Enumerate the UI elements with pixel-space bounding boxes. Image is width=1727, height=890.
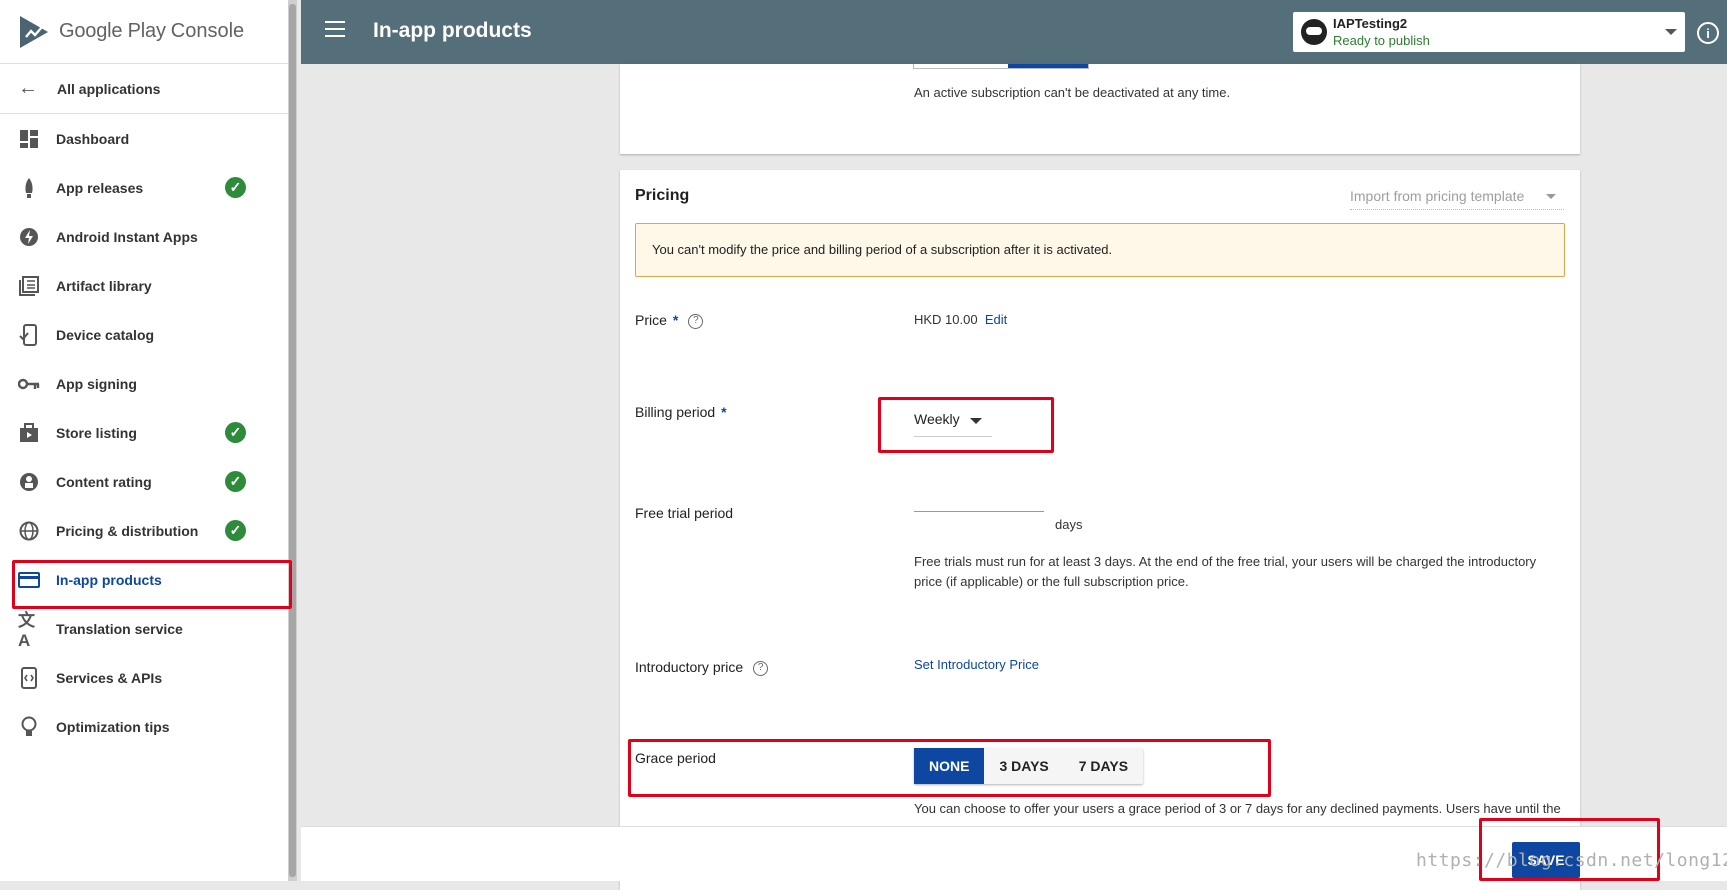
sidebar-item-store-listing[interactable]: Store listing ✓	[0, 408, 296, 457]
sidebar-item-instant-apps[interactable]: Android Instant Apps	[0, 212, 296, 261]
price-value-row: HKD 10.00 Edit	[914, 312, 1007, 327]
grace-help-text: You can choose to offer your users a gra…	[914, 801, 1561, 816]
sidebar-item-label: Dashboard	[56, 130, 130, 147]
sidebar-item-dashboard[interactable]: Dashboard	[0, 114, 296, 163]
sidebar-item-label: Content rating	[56, 473, 152, 490]
sidebar-item-artifact-library[interactable]: Artifact library	[0, 261, 296, 310]
globe-icon	[18, 520, 40, 542]
sidebar-item-label: Device catalog	[56, 326, 155, 343]
app-selector[interactable]: IAPTesting2 Ready to publish	[1293, 12, 1685, 52]
highlight-box-grace-period	[628, 739, 1271, 797]
required-mark: *	[721, 404, 727, 420]
check-circle-icon: ✓	[225, 471, 246, 492]
check-circle-icon: ✓	[225, 520, 246, 541]
menu-icon[interactable]	[325, 21, 345, 37]
sidebar-item-label: App signing	[56, 375, 137, 392]
logo[interactable]: Google Play Console	[0, 0, 296, 64]
check-circle-icon: ✓	[225, 422, 246, 443]
sidebar-item-translation[interactable]: 文A Translation service	[0, 604, 296, 653]
set-introductory-price-link[interactable]: Set Introductory Price	[914, 657, 1039, 672]
sidebar-item-optimization-tips[interactable]: Optimization tips	[0, 702, 296, 751]
price-value: HKD 10.00	[914, 312, 978, 327]
sidebar-item-content-rating[interactable]: Content rating ✓	[0, 457, 296, 506]
play-console-logo-icon	[20, 15, 48, 48]
sidebar-item-label: Artifact library	[56, 277, 152, 294]
page-title: In-app products	[373, 19, 532, 42]
top-app-bar: In-app products IAPTesting2 Ready to pub…	[301, 0, 1727, 64]
sidebar-item-app-releases[interactable]: App releases ✓	[0, 163, 296, 212]
rocket-icon	[18, 177, 40, 199]
status-toggle[interactable]	[913, 64, 1089, 69]
help-icon[interactable]: ?	[753, 660, 769, 676]
deactivate-note: An active subscription can't be deactiva…	[914, 85, 1231, 100]
scrollbar-thumb[interactable]	[289, 4, 296, 877]
sidebar-item-services-apis[interactable]: Services & APIs	[0, 653, 296, 702]
info-icon[interactable]: i	[1697, 22, 1719, 44]
arrow-back-icon: ←	[18, 77, 38, 99]
introductory-price-label: Introductory price	[635, 659, 744, 675]
sidebar-item-label: App releases	[56, 179, 144, 196]
bolt-icon	[18, 226, 40, 248]
help-icon[interactable]: ?	[688, 313, 704, 329]
brand-suffix: Console	[170, 20, 245, 42]
app-avatar-icon	[1301, 19, 1327, 45]
price-label: Price	[635, 312, 667, 328]
rating-icon	[18, 471, 40, 493]
sidebar-item-label: Android Instant Apps	[56, 228, 198, 245]
brand-name: Google Play	[59, 20, 166, 42]
sidebar-item-label: Pricing & distribution	[56, 522, 199, 539]
import-pricing-template-dropdown[interactable]: Import from pricing template	[1350, 188, 1564, 210]
app-status: Ready to publish	[1333, 33, 1430, 48]
trial-help-line1: Free trials must run for at least 3 days…	[914, 554, 1537, 569]
watermark: https://blog.csdn.net/long1216	[1416, 850, 1727, 871]
sidebar-item-app-signing[interactable]: App signing	[0, 359, 296, 408]
sidebar-item-pricing-distribution[interactable]: Pricing & distribution ✓	[0, 506, 296, 555]
trial-help-text: Free trials must run for at least 3 days…	[914, 552, 1536, 592]
all-applications-link[interactable]: ← All applications	[0, 64, 296, 114]
app-name: IAPTesting2	[1333, 16, 1408, 31]
free-trial-days-input[interactable]	[914, 472, 1044, 512]
highlight-box-billing-period	[878, 397, 1054, 453]
device-icon	[18, 323, 40, 346]
chevron-down-icon	[1546, 194, 1556, 199]
sidebar: Google Play Console ← All applications D…	[0, 0, 297, 881]
translate-icon: 文A	[18, 611, 35, 650]
sidebar-nav: Dashboard App releases ✓ Android Instant …	[0, 114, 296, 751]
sidebar-item-label: Translation service	[56, 620, 183, 637]
pricing-title: Pricing	[635, 187, 690, 204]
bulb-icon	[18, 716, 40, 738]
warning-banner: You can't modify the price and billing p…	[635, 223, 1565, 277]
sidebar-item-label: Store listing	[56, 424, 137, 441]
price-label-row: Price *?	[635, 312, 704, 329]
store-icon	[18, 422, 40, 444]
billing-period-label: Billing period	[635, 404, 716, 420]
price-edit-link[interactable]: Edit	[985, 312, 1007, 327]
import-template-label: Import from pricing template	[1350, 188, 1525, 204]
trial-help-line2: price (if applicable) or the full subscr…	[914, 574, 1189, 589]
all-applications-label: All applications	[57, 80, 161, 97]
trial-unit: days	[1055, 517, 1083, 532]
dashboard-icon	[18, 128, 40, 150]
check-circle-icon: ✓	[225, 177, 246, 198]
sidebar-item-label: Optimization tips	[56, 718, 170, 735]
sidebar-scrollbar[interactable]	[288, 0, 297, 881]
free-trial-label: Free trial period	[635, 505, 734, 521]
subscription-status-card: An active subscription can't be deactiva…	[620, 64, 1580, 154]
chevron-down-icon	[1665, 29, 1677, 35]
sidebar-item-label: Services & APIs	[56, 669, 163, 686]
required-mark: *	[672, 312, 679, 328]
intro-label-row: Introductory price?	[635, 659, 769, 676]
highlight-box-in-app-products	[12, 560, 292, 609]
library-icon	[18, 275, 40, 297]
key-icon	[18, 373, 40, 395]
sidebar-item-device-catalog[interactable]: Device catalog	[0, 310, 296, 359]
billing-label-row: Billing period *	[635, 404, 727, 420]
api-icon	[18, 666, 40, 689]
